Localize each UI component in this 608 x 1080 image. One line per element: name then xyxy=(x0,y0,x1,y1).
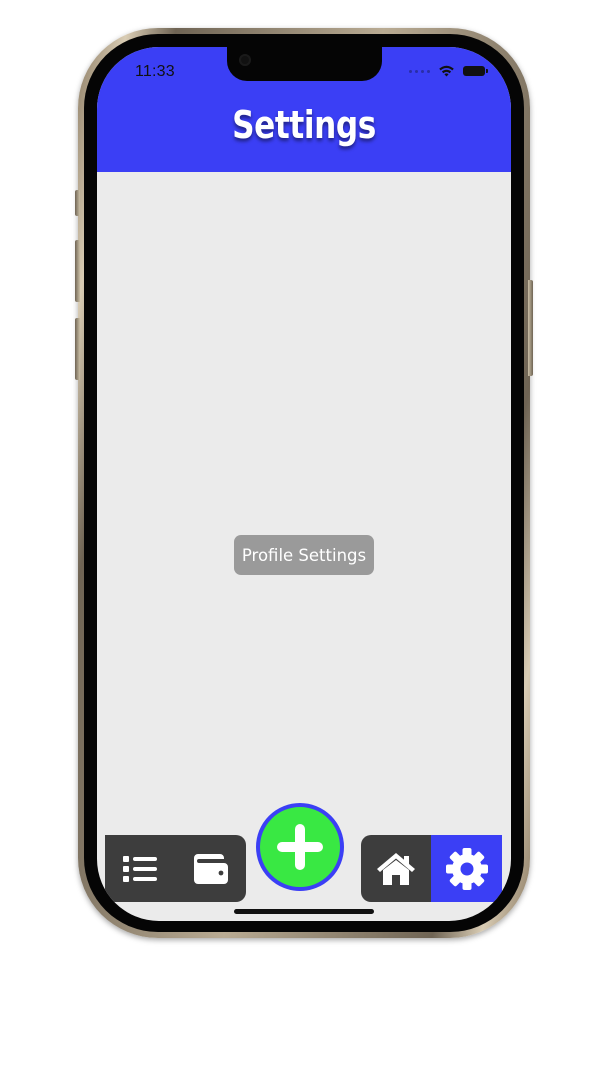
battery-icon xyxy=(463,66,488,76)
tab-settings[interactable] xyxy=(431,835,502,902)
plus-icon xyxy=(277,824,323,870)
notch xyxy=(227,47,382,81)
wifi-icon xyxy=(439,65,454,77)
mute-switch xyxy=(75,190,80,216)
status-time: 11:33 xyxy=(135,63,175,80)
tab-list[interactable] xyxy=(105,835,175,902)
add-button[interactable] xyxy=(256,803,344,891)
profile-settings-button[interactable]: Profile Settings xyxy=(234,535,374,575)
list-icon xyxy=(123,855,157,882)
header-bar: 11:33 Settings xyxy=(97,47,511,172)
page-title: Settings xyxy=(232,103,376,147)
gear-icon xyxy=(445,847,488,890)
tab-group-left xyxy=(105,835,246,902)
tab-group-right xyxy=(361,835,502,902)
tab-wallet[interactable] xyxy=(176,835,246,902)
volume-up-button xyxy=(75,240,80,302)
camera-icon xyxy=(239,54,251,66)
tab-home[interactable] xyxy=(361,835,431,902)
volume-down-button xyxy=(75,318,80,380)
power-button xyxy=(528,280,533,376)
wallet-icon xyxy=(194,853,228,884)
app-screen: 11:33 Settings Profile Settings xyxy=(97,47,511,921)
cellular-signal-icon xyxy=(409,69,430,73)
stage: 11:33 Settings Profile Settings xyxy=(0,0,608,1080)
status-icons xyxy=(409,65,488,77)
home-indicator[interactable] xyxy=(234,909,374,914)
home-icon xyxy=(377,852,415,885)
